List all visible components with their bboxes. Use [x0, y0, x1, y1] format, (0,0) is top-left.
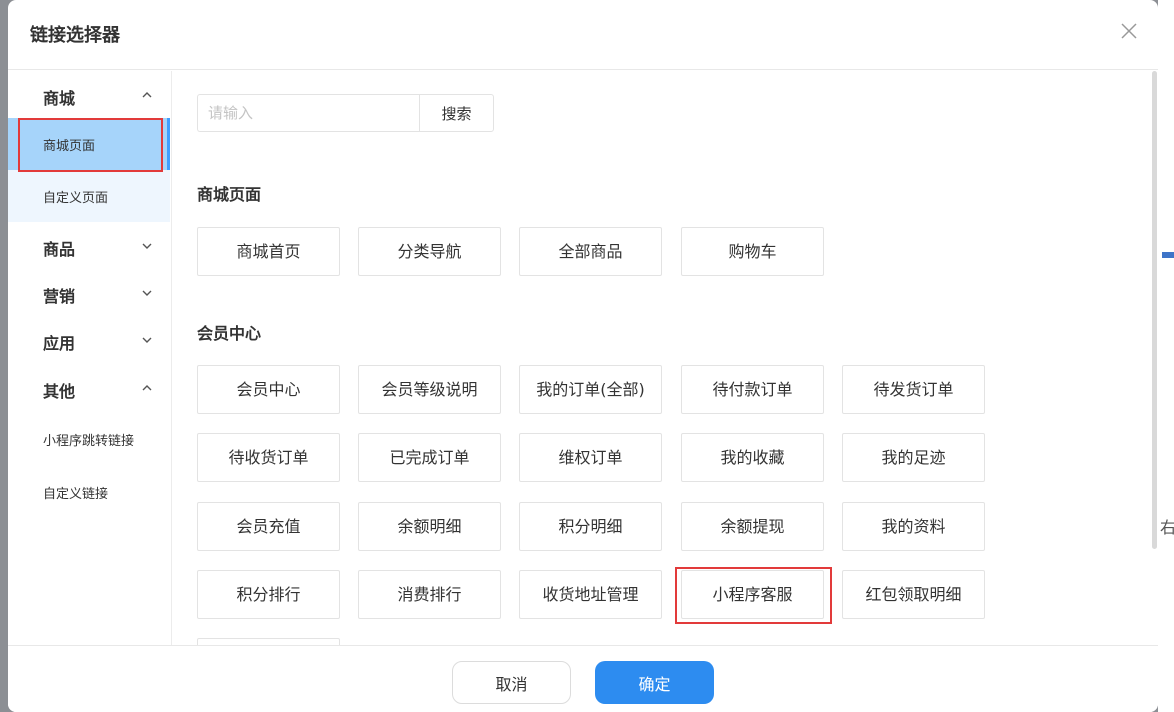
- link-button-miniprogram-service[interactable]: 小程序客服: [681, 570, 824, 619]
- link-button[interactable]: 我的收藏: [681, 433, 824, 482]
- sidebar-group-label: 应用: [43, 334, 76, 353]
- cancel-button[interactable]: 取消: [452, 661, 571, 704]
- sidebar-item-custom-pages[interactable]: 自定义页面: [8, 170, 170, 222]
- sidebar-group-marketing[interactable]: 营销: [8, 271, 170, 315]
- close-button[interactable]: [1120, 22, 1138, 40]
- link-button[interactable]: 会员中心: [197, 365, 340, 414]
- sidebar-item-label: 自定义页面: [43, 191, 109, 206]
- confirm-button[interactable]: 确定: [595, 661, 714, 704]
- link-button[interactable]: 待收货订单: [197, 433, 340, 482]
- link-button[interactable]: 会员等级说明: [358, 365, 501, 414]
- sidebar-group-label: 商品: [43, 240, 76, 259]
- sidebar-group-other[interactable]: 其他: [8, 366, 170, 410]
- chevron-up-icon: [142, 92, 152, 98]
- scrollbar-thumb[interactable]: [1152, 71, 1157, 549]
- section-title-mall-pages: 商城页面: [197, 185, 262, 204]
- link-button[interactable]: 积分排行: [197, 570, 340, 619]
- background-side-text: 右: [1160, 518, 1174, 537]
- link-button[interactable]: 已完成订单: [358, 433, 501, 482]
- close-icon: [1121, 23, 1137, 39]
- link-button[interactable]: 消费排行: [358, 570, 501, 619]
- chevron-down-icon: [142, 337, 152, 343]
- content-scrollbar[interactable]: [1151, 71, 1158, 645]
- sidebar-group-apps[interactable]: 应用: [8, 318, 170, 362]
- link-button[interactable]: 购物车: [681, 227, 824, 276]
- sidebar-group-goods[interactable]: 商品: [8, 224, 170, 268]
- link-button-partial[interactable]: [197, 638, 340, 645]
- sidebar-group-label: 营销: [43, 287, 76, 306]
- link-button[interactable]: 分类导航: [358, 227, 501, 276]
- sidebar-group-label: 商城: [43, 89, 76, 108]
- link-button[interactable]: 我的资料: [842, 502, 985, 551]
- section-title-member-center: 会员中心: [197, 324, 262, 343]
- link-button[interactable]: 全部商品: [519, 227, 662, 276]
- link-button[interactable]: 会员充值: [197, 502, 340, 551]
- search-input[interactable]: [197, 94, 419, 132]
- sidebar-item-miniprogram-jump[interactable]: 小程序跳转链接: [8, 413, 170, 465]
- sidebar-group-mall[interactable]: 商城: [8, 73, 170, 117]
- chevron-up-icon: [142, 385, 152, 391]
- sidebar-item-mall-pages[interactable]: 商城页面: [8, 118, 170, 170]
- link-selector-dialog: 链接选择器 商城 商城页面 自定义页面 商品 营销 应用 其他 小程序跳转链接 …: [8, 0, 1158, 712]
- link-button[interactable]: 余额明细: [358, 502, 501, 551]
- link-button[interactable]: 余额提现: [681, 502, 824, 551]
- chevron-down-icon: [142, 243, 152, 249]
- background-accent-bar: [1162, 252, 1174, 258]
- link-button[interactable]: 维权订单: [519, 433, 662, 482]
- dialog-header: 链接选择器: [8, 0, 1158, 70]
- link-button[interactable]: 待付款订单: [681, 365, 824, 414]
- link-button[interactable]: 我的订单(全部): [519, 365, 662, 414]
- sidebar-item-label: 商城页面: [43, 139, 96, 154]
- dialog-footer: 取消 确定: [8, 645, 1158, 712]
- sidebar-item-custom-link[interactable]: 自定义链接: [8, 466, 170, 518]
- background-page: [1158, 0, 1174, 712]
- link-content-area: 搜索 商城页面 商城首页 分类导航 全部商品 购物车 会员中心 会员中心 会员等…: [172, 71, 1158, 645]
- link-button[interactable]: 积分明细: [519, 502, 662, 551]
- link-button[interactable]: 红包领取明细: [842, 570, 985, 619]
- sidebar-group-label: 其他: [43, 382, 76, 401]
- dialog-title: 链接选择器: [30, 25, 120, 46]
- sidebar-item-label: 自定义链接: [43, 487, 109, 502]
- chevron-down-icon: [142, 290, 152, 296]
- active-indicator: [167, 118, 170, 170]
- sidebar-item-label: 小程序跳转链接: [43, 434, 135, 449]
- link-button[interactable]: 收货地址管理: [519, 570, 662, 619]
- sidebar: 商城 商城页面 自定义页面 商品 营销 应用 其他 小程序跳转链接 自定义链接: [8, 71, 171, 645]
- search-button[interactable]: 搜索: [419, 94, 494, 132]
- link-button[interactable]: 待发货订单: [842, 365, 985, 414]
- link-button[interactable]: 商城首页: [197, 227, 340, 276]
- link-button[interactable]: 我的足迹: [842, 433, 985, 482]
